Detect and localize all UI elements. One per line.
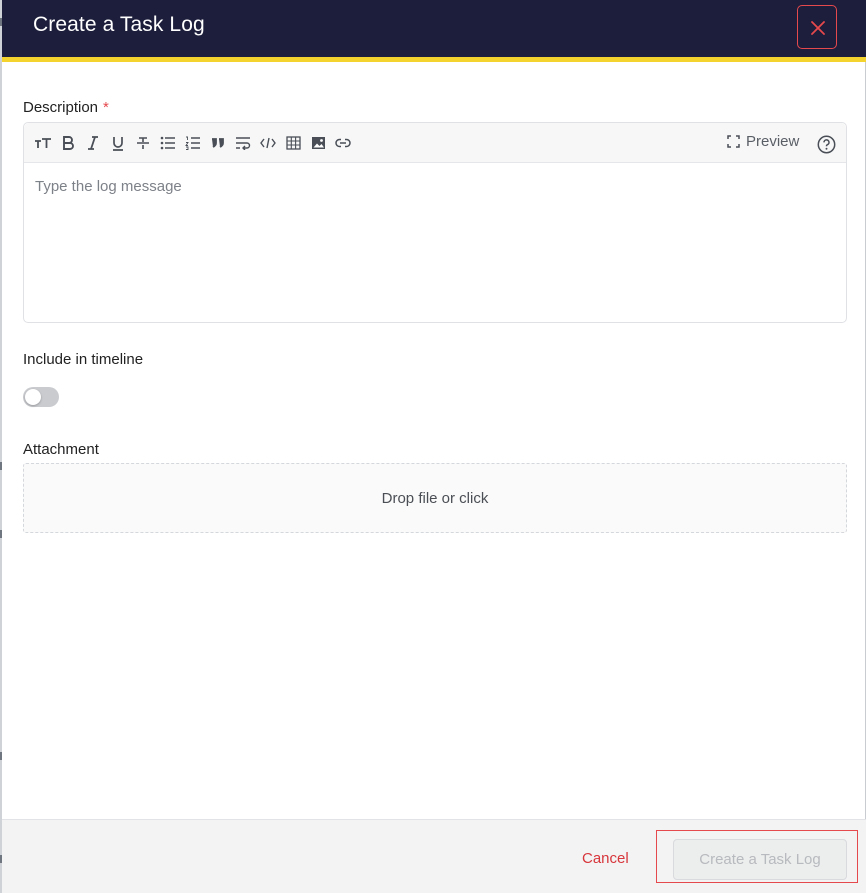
close-button[interactable] [797,5,837,49]
strikethrough-icon[interactable] [134,134,152,152]
preview-button[interactable]: Preview [727,133,799,150]
required-asterisk: * [103,99,109,116]
toggle-knob [25,389,41,405]
description-textarea[interactable] [24,164,846,322]
markdown-editor: Preview [23,122,847,323]
dropzone-text: Drop file or click [381,489,489,507]
numbered-list-icon[interactable] [184,134,202,152]
wrap-text-icon[interactable] [234,134,252,152]
help-icon[interactable] [817,135,836,154]
italic-icon[interactable] [84,134,102,152]
quote-icon[interactable] [209,134,227,152]
editor-toolbar: Preview [24,123,846,163]
image-icon[interactable] [309,134,327,152]
description-label-text: Description [23,99,99,116]
link-icon[interactable] [334,134,352,152]
code-icon[interactable] [259,134,277,152]
bold-icon[interactable] [59,134,77,152]
create-task-log-button[interactable]: Create a Task Log [673,839,847,880]
description-label: Description * [23,99,109,116]
include-in-timeline-toggle[interactable] [23,387,59,407]
close-icon [811,21,825,35]
dialog-header: Create a Task Log [2,0,866,57]
fullscreen-icon [727,135,740,148]
attachment-label: Attachment [23,441,99,458]
dialog-title: Create a Task Log [33,13,205,36]
timeline-label: Include in timeline [23,351,144,368]
underline-icon[interactable] [109,134,127,152]
attachment-dropzone[interactable]: Drop file or click [23,463,847,533]
table-icon[interactable] [284,134,302,152]
preview-label: Preview [746,133,800,150]
create-task-log-dialog: Create a Task Log Description * Preview … [2,0,866,893]
bullet-list-icon[interactable] [159,134,177,152]
text-size-icon[interactable] [34,134,52,152]
header-accent-bar [2,57,866,62]
cancel-button[interactable]: Cancel [582,850,629,867]
